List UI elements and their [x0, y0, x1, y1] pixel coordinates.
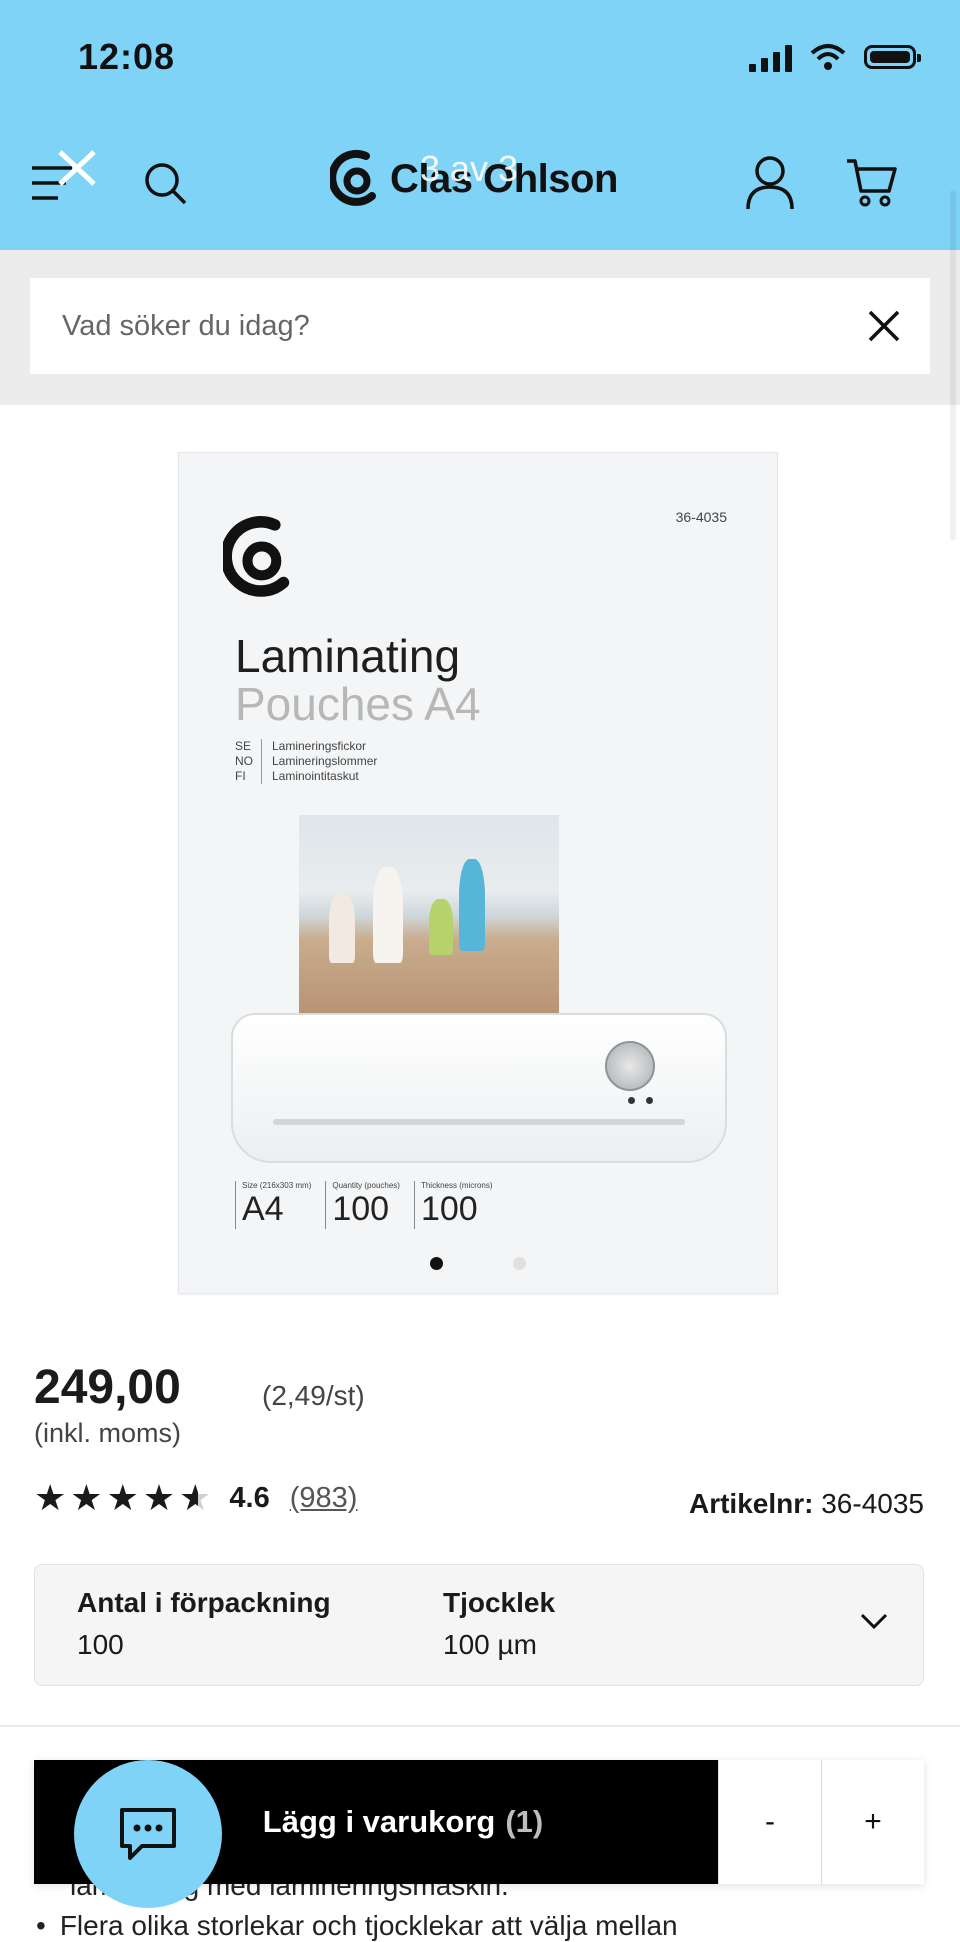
- brand-logo-icon: [330, 149, 376, 206]
- menu-button[interactable]: [28, 148, 98, 218]
- spec-label: Antal i förpackning: [77, 1587, 331, 1618]
- search-band: [0, 250, 960, 405]
- lang-code: FI: [235, 769, 262, 784]
- lang-code: NO: [235, 754, 262, 769]
- chat-button[interactable]: [74, 1760, 222, 1908]
- lang-text: Lamineringslommer: [272, 754, 378, 768]
- package-code: 36-4035: [675, 509, 727, 525]
- package-spec-label: Thickness (microns): [420, 1181, 493, 1190]
- status-icons: [749, 42, 921, 72]
- package-spec-label: Size (216x303 mm): [242, 1181, 312, 1190]
- specs-accordion[interactable]: Antal i förpackning 100 Tjocklek 100 µm: [34, 1564, 924, 1686]
- wifi-icon: [810, 44, 846, 70]
- lang-text: Lamineringsfickor: [272, 739, 367, 753]
- lang-text: Laminointitaskut: [272, 769, 359, 783]
- product-image[interactable]: 36-4035 Laminating Pouches A4 SE Lamineri…: [178, 452, 778, 1294]
- carousel-dots: [179, 1257, 777, 1270]
- decrease-quantity-button[interactable]: -: [718, 1760, 821, 1884]
- price: 249,00: [34, 1361, 181, 1414]
- cellular-signal-icon: [749, 42, 792, 72]
- package-spec-value: A4: [242, 1190, 284, 1228]
- carousel-dot-active[interactable]: [430, 1257, 443, 1270]
- bullet-icon: •: [36, 1910, 46, 1941]
- search-box: [30, 278, 930, 374]
- cart-nav-button[interactable]: [844, 154, 900, 212]
- rating[interactable]: ★ ★ ★ ★ ★ 4.6 (983): [34, 1480, 357, 1516]
- half-star-icon: ★: [179, 1477, 212, 1518]
- user-icon: [746, 156, 794, 210]
- bullet-text: Flera olika storlekar och tjocklekar att…: [59, 1910, 678, 1941]
- menu-icon: [32, 150, 96, 200]
- search-icon: [145, 163, 187, 205]
- account-button[interactable]: [740, 152, 800, 214]
- spec-label: Tjocklek: [443, 1587, 556, 1618]
- search-button[interactable]: [140, 158, 190, 208]
- image-counter: 3 av 3: [420, 148, 519, 189]
- star-icon: ★: [106, 1477, 139, 1518]
- shopping-cart-icon: [847, 159, 897, 207]
- rating-stars: ★ ★ ★ ★ ★: [34, 1480, 211, 1516]
- article-number: Artikelnr: 36-4035: [689, 1488, 924, 1520]
- increase-quantity-button[interactable]: +: [821, 1760, 924, 1884]
- vat-note: (inkl. moms): [34, 1418, 181, 1448]
- reviews-link[interactable]: (983): [290, 1482, 358, 1515]
- search-input[interactable]: [30, 278, 850, 374]
- chat-icon: [120, 1808, 176, 1860]
- star-icon: ★: [34, 1477, 67, 1518]
- package-title-line2: Pouches A4: [235, 678, 481, 730]
- package-spec-value: 100: [332, 1190, 390, 1228]
- beach-family-photo: [299, 815, 559, 1015]
- chevron-down-icon[interactable]: [859, 1611, 889, 1631]
- article-label: Artikelnr:: [688, 1488, 814, 1519]
- package-specs: Size (216x303 mm) A4 Quantity (pouches) …: [235, 1181, 507, 1229]
- package-languages: SE Lamineringsfickor NO Lamineringslommer …: [235, 739, 377, 784]
- spec-value: 100: [77, 1629, 124, 1660]
- app-header: 12:08 Clas Ohlson 3 av 3: [0, 0, 960, 250]
- carousel-dot[interactable]: [513, 1257, 526, 1270]
- package-spec: Size (216x303 mm) A4: [235, 1181, 311, 1229]
- package-spec: Quantity (pouches) 100: [325, 1181, 400, 1229]
- package-logo-icon: [223, 516, 290, 597]
- article-value: 36-4035: [821, 1488, 924, 1519]
- scrollbar[interactable]: [950, 190, 956, 540]
- package-spec: Thickness (microns) 100: [413, 1181, 493, 1229]
- spec-quantity: Antal i förpackning 100: [77, 1587, 331, 1661]
- description-bullet: • Flera olika storlekar och tjocklekar a…: [36, 1910, 678, 1942]
- unit-price: (2,49/st): [262, 1380, 365, 1411]
- close-icon: [868, 310, 900, 342]
- status-time: 12:08: [78, 36, 176, 77]
- spec-value: 100 µm: [443, 1629, 537, 1660]
- clear-search-button[interactable]: [864, 306, 904, 346]
- add-to-cart-label: Lägg i varukorg: [262, 1804, 496, 1839]
- star-icon: ★: [142, 1477, 176, 1518]
- lang-code: SE: [235, 739, 262, 754]
- star-icon: ★: [70, 1477, 103, 1518]
- cart-quantity: (1): [505, 1804, 544, 1839]
- package-spec-value: 100: [420, 1190, 478, 1228]
- laminator-illustration: [231, 1013, 727, 1163]
- battery-icon: [864, 45, 921, 69]
- spec-thickness: Tjocklek 100 µm: [443, 1587, 555, 1661]
- package-title-line1: Laminating: [235, 630, 461, 682]
- package-spec-label: Quantity (pouches): [332, 1181, 400, 1190]
- rating-value: 4.6: [229, 1481, 270, 1514]
- section-divider: [0, 1725, 960, 1727]
